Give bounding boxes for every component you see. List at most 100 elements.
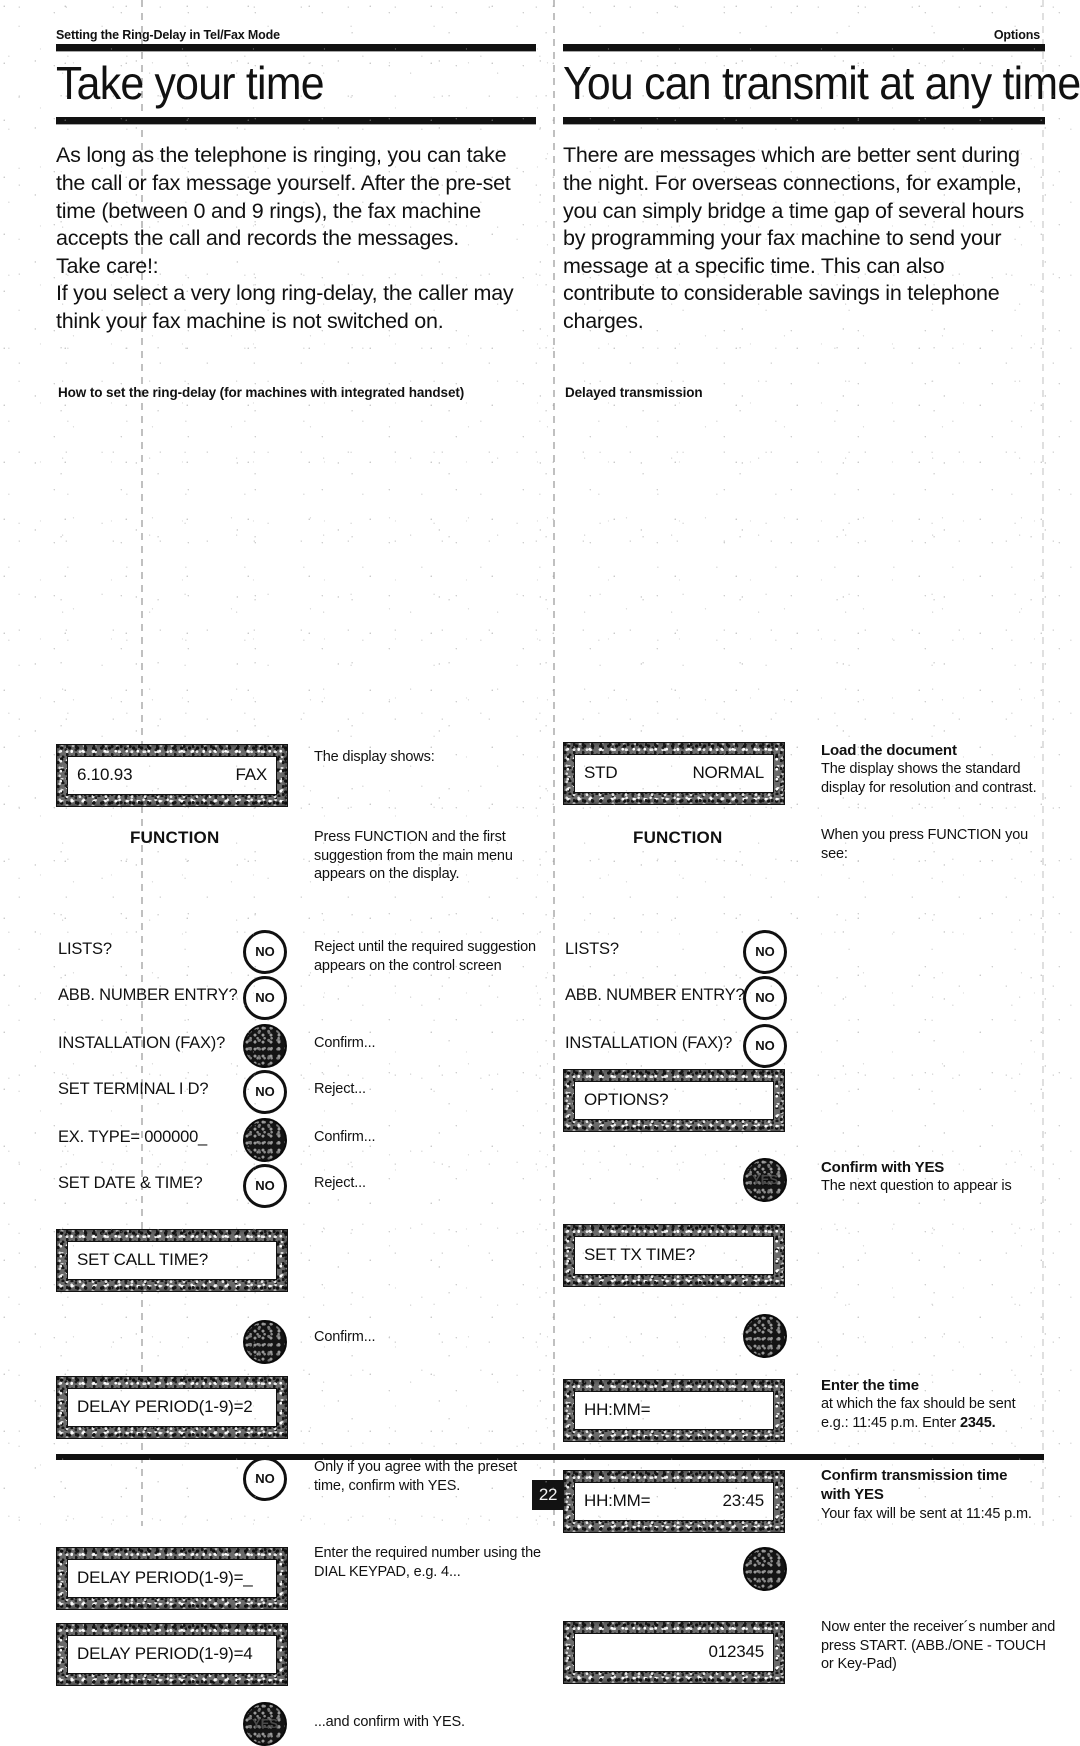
note-confirm-3: Confirm... xyxy=(314,1328,376,1345)
note-final-confirm: ...and confirm with YES. xyxy=(314,1713,465,1730)
lcd-text-left: STD xyxy=(584,763,618,783)
lcd-text-right: 012345 xyxy=(708,1642,764,1662)
note-enter-number: Enter the required number using the DIAL… xyxy=(314,1544,541,1580)
left-intro-line: time (between 0 and 9 rings), the fax ma… xyxy=(56,198,481,223)
menu-label-lists: LISTS? xyxy=(58,939,112,958)
key-no-button[interactable]: NO xyxy=(243,1163,287,1208)
note-confirm-1: Confirm... xyxy=(314,1034,376,1051)
left-headline: Take your time xyxy=(56,57,325,109)
note-preset-time: Only if you agree with the preset time, … xyxy=(314,1458,517,1494)
left-intro-line: accepts the call and records the message… xyxy=(56,226,459,251)
left-intro-line: Take care!: xyxy=(56,253,159,278)
right-column: You can transmit at any time There are m… xyxy=(563,44,1080,1684)
left-intro-text: As long as the telephone is ringing, you… xyxy=(56,142,536,335)
key-no-button[interactable]: NO xyxy=(743,1023,787,1068)
lcd-display-delay-period-2: DELAY PERIOD(1-9)=2 xyxy=(56,1375,288,1439)
key-yes-button[interactable] xyxy=(743,1313,787,1358)
left-intro-line: the call or fax message yourself. After … xyxy=(56,170,511,195)
lcd-display-delay-period-blank: DELAY PERIOD(1-9)=_ xyxy=(56,1546,288,1610)
note-enter-the-time-body: at which the fax should be sent xyxy=(821,1396,1016,1413)
left-intro-line: think your fax machine is not switched o… xyxy=(56,309,444,334)
menu-label-abb-number-entry: ABB. NUMBER ENTRY? xyxy=(565,985,745,1004)
right-headline-rule-top xyxy=(563,44,1045,51)
lcd-text-left: DELAY PERIOD(1-9)=2 xyxy=(77,1397,253,1417)
left-headline-rule-top xyxy=(56,44,536,51)
lcd-screen: STD NORMAL xyxy=(574,753,774,793)
lcd-screen: DELAY PERIOD(1-9)=2 xyxy=(67,1387,277,1427)
running-head-right: Options xyxy=(993,28,1040,42)
note-enter-receiver-number: Now enter the receiver´s number and pres… xyxy=(821,1618,1056,1673)
right-intro-line: There are messages which are better sent… xyxy=(563,143,1020,168)
note-confirm-with-yes: Confirm with YES The next question to ap… xyxy=(821,1158,1053,1196)
right-headline: You can transmit at any time xyxy=(563,57,1080,109)
scan-fold-line-center xyxy=(553,0,555,1526)
lcd-text-right: NORMAL xyxy=(692,763,764,783)
lcd-text-left: OPTIONS? xyxy=(584,1090,669,1110)
menu-label-ex-type: EX. TYPE= 000000_ xyxy=(58,1127,208,1146)
note-reject-2: Reject... xyxy=(314,1174,366,1191)
key-no-button[interactable]: NO xyxy=(743,975,787,1020)
menu-label-set-terminal-id: SET TERMINAL I D? xyxy=(58,1079,209,1098)
note-press-function: Press FUNCTION and the first suggestion … xyxy=(314,828,513,883)
right-intro-line: the night. For overseas connections, for… xyxy=(563,170,1022,195)
note-confirm-2: Confirm... xyxy=(314,1128,376,1145)
lcd-display-set-tx-time: SET TX TIME? xyxy=(563,1223,785,1287)
note-press-function: When you press FUNCTION you see: xyxy=(821,826,1029,862)
key-yes-button[interactable] xyxy=(243,1023,287,1068)
note-confirm-transmission-time-body: Your fax will be sent at 11:45 p.m. xyxy=(821,1505,1032,1522)
key-yes-button[interactable] xyxy=(243,1117,287,1162)
note-enter-the-time-example-prefix: e.g.: 11:45 p.m. Enter xyxy=(821,1415,960,1432)
right-intro-text: There are messages which are better sent… xyxy=(563,142,1045,335)
lcd-screen: HH:MM= 23:45 xyxy=(574,1481,774,1521)
key-no-button[interactable]: NO xyxy=(243,975,287,1020)
key-yes-button[interactable]: YES xyxy=(743,1157,787,1202)
left-intro-line: If you select a very long ring-delay, th… xyxy=(56,281,514,306)
key-yes-button[interactable] xyxy=(243,1319,287,1364)
lcd-text-left: HH:MM= xyxy=(584,1491,651,1511)
key-no-button[interactable]: NO xyxy=(243,929,287,974)
lcd-text-left: SET CALL TIME? xyxy=(77,1250,209,1270)
page-number: 22 xyxy=(532,1480,564,1510)
lcd-screen: 6.10.93 FAX xyxy=(67,755,277,795)
lcd-text-right: 23:45 xyxy=(722,1491,764,1511)
lcd-screen: OPTIONS? xyxy=(574,1080,774,1120)
note-reject-1: Reject... xyxy=(314,1080,366,1097)
menu-label-installation-fax: INSTALLATION (FAX)? xyxy=(58,1033,226,1052)
left-intro-line: As long as the telephone is ringing, you… xyxy=(56,143,507,168)
lcd-display-hhmm-empty: HH:MM= xyxy=(563,1378,785,1442)
key-no-button[interactable]: NO xyxy=(743,929,787,974)
right-intro-line: by programming your fax machine to send … xyxy=(563,226,1002,251)
lcd-text-right: FAX xyxy=(235,765,267,785)
right-headline-rule-bottom xyxy=(563,117,1045,125)
key-yes-button[interactable] xyxy=(743,1546,787,1591)
lcd-display-std-normal: STD NORMAL xyxy=(563,741,785,805)
note-enter-the-time-heading: Enter the time xyxy=(821,1376,919,1394)
right-intro-line: message at a specific time. This can als… xyxy=(563,253,945,278)
lcd-text-left: SET TX TIME? xyxy=(584,1245,695,1265)
menu-label-set-date-time: SET DATE & TIME? xyxy=(58,1173,203,1192)
note-confirm-with-yes-body: The next question to appear is xyxy=(821,1178,1012,1195)
note-load-document-body: The display shows the standard display f… xyxy=(821,761,1037,797)
lcd-text-left: DELAY PERIOD(1-9)=_ xyxy=(77,1568,253,1588)
right-intro-line: contribute to considerable savings in te… xyxy=(563,281,1000,306)
note-load-document-heading: Load the document xyxy=(821,741,957,759)
running-head-left: Setting the Ring-Delay in Tel/Fax Mode xyxy=(56,28,280,42)
key-yes-button[interactable]: YES xyxy=(243,1701,287,1746)
function-key-label[interactable]: FUNCTION xyxy=(633,828,722,848)
lcd-screen: SET TX TIME? xyxy=(574,1235,774,1275)
note-display-shows: The display shows: xyxy=(314,748,435,765)
right-subhead: Delayed transmission xyxy=(565,385,703,400)
lcd-text-left: DELAY PERIOD(1-9)=4 xyxy=(77,1644,253,1664)
function-key-label[interactable]: FUNCTION xyxy=(130,828,219,848)
note-confirm-transmission-time-heading-1: Confirm transmission time xyxy=(821,1466,1008,1484)
note-reject-until: Reject until the required suggestion app… xyxy=(314,938,536,974)
key-no-button[interactable]: NO xyxy=(243,1069,287,1114)
lcd-screen: DELAY PERIOD(1-9)=_ xyxy=(67,1558,277,1598)
lcd-text-left: 6.10.93 xyxy=(77,765,133,785)
footer-rule xyxy=(56,1454,1044,1460)
menu-label-lists: LISTS? xyxy=(565,939,619,958)
key-no-button[interactable]: NO xyxy=(243,1456,287,1501)
left-column: Take your time As long as the telephone … xyxy=(56,44,541,1746)
menu-label-installation-fax: INSTALLATION (FAX)? xyxy=(565,1033,733,1052)
right-intro-line: you can simply bridge a time gap of seve… xyxy=(563,198,1024,223)
